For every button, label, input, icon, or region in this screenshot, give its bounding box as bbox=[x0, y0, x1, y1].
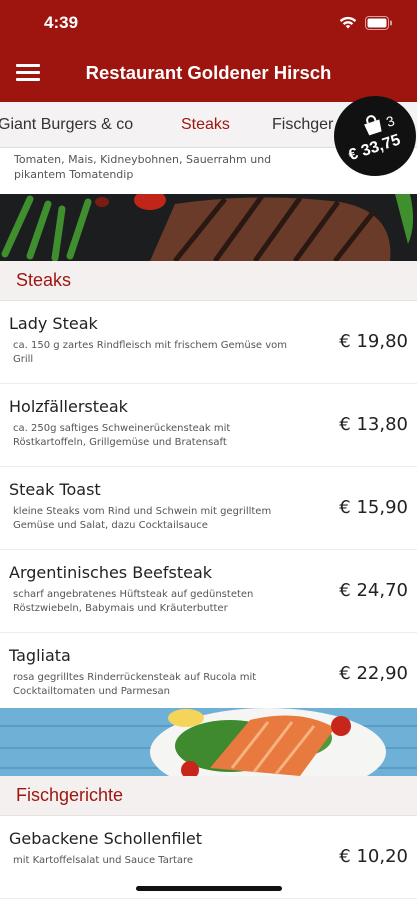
item-price: € 15,90 bbox=[339, 497, 408, 518]
item-description: ca. 250g saftiges Schweinerückensteak mi… bbox=[13, 423, 231, 448]
item-description: kleine Steaks vom Rind und Schwein mit g… bbox=[13, 506, 272, 531]
menu-item-argentinisches-beefsteak[interactable]: Argentinisches Beefsteak scharf angebrat… bbox=[0, 550, 417, 633]
page-title: Restaurant Goldener Hirsch bbox=[85, 62, 332, 83]
tab-giant-burgers[interactable]: Giant Burgers & co bbox=[0, 116, 133, 134]
item-name: Tagliata bbox=[9, 646, 71, 665]
item-price: € 10,20 bbox=[339, 846, 408, 867]
battery-icon bbox=[365, 16, 392, 30]
status-time: 4:39 bbox=[44, 13, 79, 32]
item-description: ca. 150 g zartes Rindfleisch mit frische… bbox=[13, 340, 288, 365]
item-price: € 19,80 bbox=[339, 331, 408, 352]
item-description: scharf angebratenes Hüftsteak auf gedüns… bbox=[13, 589, 254, 614]
menu-item-tagliata[interactable]: Tagliata rosa gegrilltes Rinderrückenste… bbox=[0, 633, 417, 708]
cart-button[interactable]: 3 € 33,75 bbox=[334, 96, 416, 176]
section-header-steaks: Steaks bbox=[0, 261, 417, 301]
cart-total: € 33,75 bbox=[346, 131, 403, 165]
wifi-icon bbox=[339, 16, 357, 29]
item-name: Holzfällersteak bbox=[9, 397, 128, 416]
item-name: Gebackene Schollenfilet bbox=[9, 829, 203, 848]
previous-item-description: Tomaten, Mais, Kidneybohnen, Sauerrahm u… bbox=[14, 153, 272, 181]
app-header: Restaurant Goldener Hirsch bbox=[0, 46, 417, 102]
menu-item-steak-toast[interactable]: Steak Toast kleine Steaks vom Rind und S… bbox=[0, 467, 417, 550]
item-price: € 22,90 bbox=[339, 663, 408, 684]
tab-steaks[interactable]: Steaks bbox=[181, 116, 230, 134]
item-price: € 13,80 bbox=[339, 414, 408, 435]
item-description: rosa gegrilltes Rinderrückensteak auf Ru… bbox=[13, 672, 257, 697]
tab-fischgerichte[interactable]: Fischger bbox=[272, 116, 333, 134]
steak-banner-image bbox=[0, 194, 417, 261]
cart-count: 3 bbox=[384, 112, 397, 131]
menu-item-holzfaellersteak[interactable]: Holzfällersteak ca. 250g saftiges Schwei… bbox=[0, 384, 417, 467]
menu-item-lady-steak[interactable]: Lady Steak ca. 150 g zartes Rindfleisch … bbox=[0, 301, 417, 384]
shopping-bag-icon bbox=[364, 115, 382, 136]
item-name: Lady Steak bbox=[9, 314, 98, 333]
section-title: Steaks bbox=[16, 270, 72, 290]
item-price: € 24,70 bbox=[339, 580, 408, 601]
fish-banner-image bbox=[0, 708, 417, 776]
section-title: Fischgerichte bbox=[16, 785, 124, 805]
status-bar: 4:39 bbox=[0, 0, 417, 46]
item-name: Steak Toast bbox=[9, 480, 101, 499]
item-name: Argentinisches Beefsteak bbox=[9, 563, 213, 582]
item-description: mit Kartoffelsalat und Sauce Tartare bbox=[13, 855, 194, 866]
section-header-fischgerichte: Fischgerichte bbox=[0, 776, 417, 816]
home-indicator[interactable] bbox=[136, 886, 282, 891]
